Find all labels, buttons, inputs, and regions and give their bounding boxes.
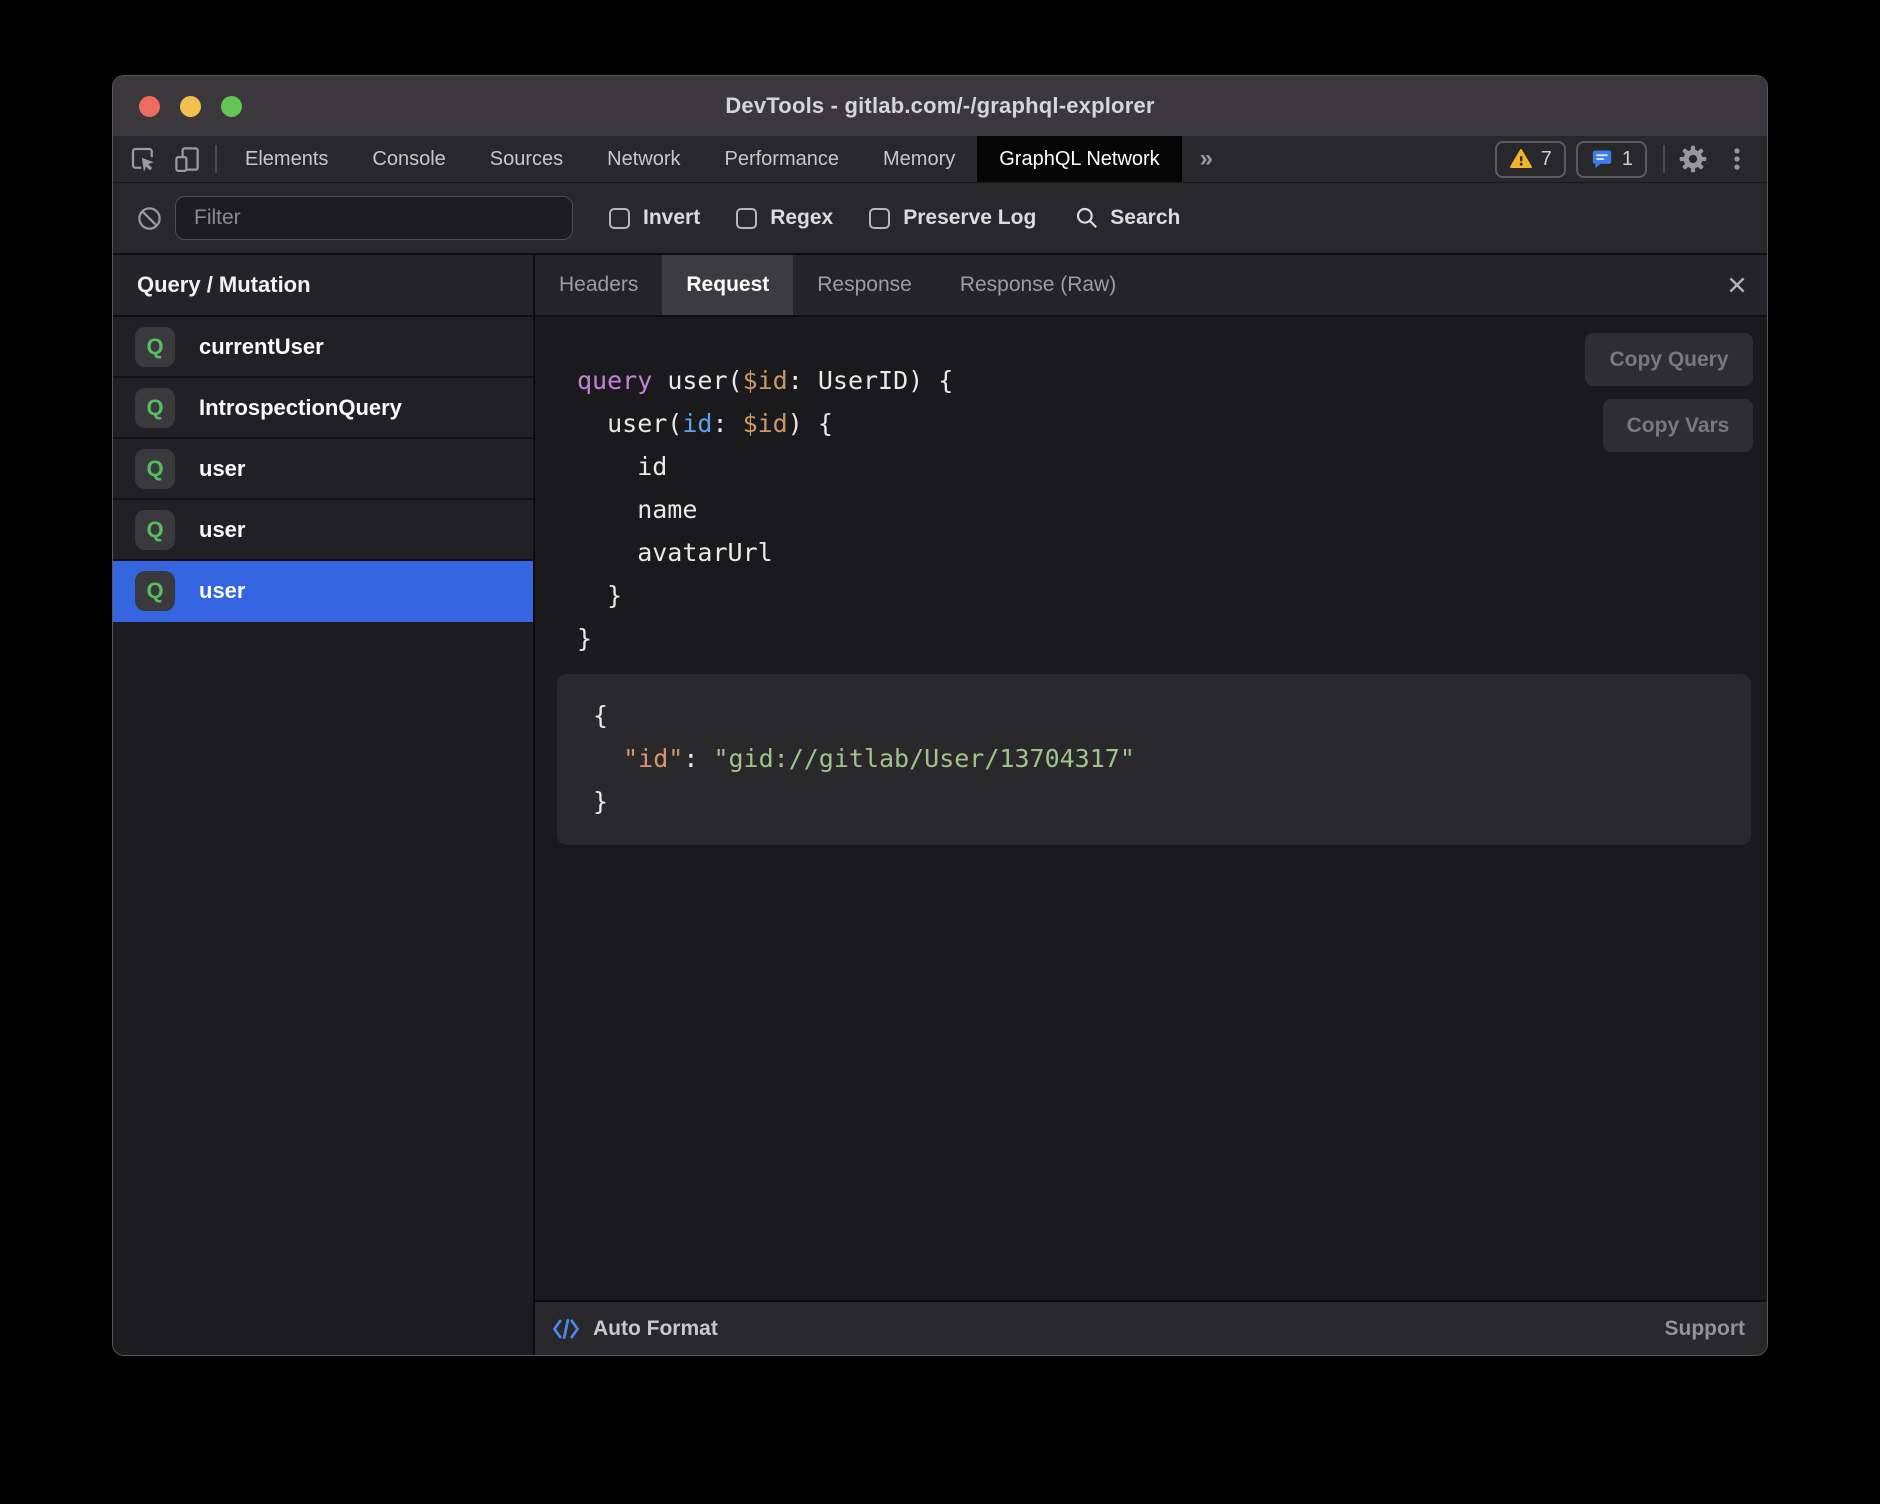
more-tabs-button[interactable]: » [1182, 136, 1231, 182]
inspect-element-button[interactable] [121, 136, 165, 182]
graphql-query-code: query user($id: UserID) { user(id: $id) … [535, 317, 1767, 660]
detail-panel: Headers Request Response Response (Raw) … [535, 255, 1767, 1355]
preserve-log-checkbox[interactable]: Preserve Log [869, 206, 1036, 230]
copy-query-button[interactable]: Copy Query [1585, 333, 1753, 386]
fullscreen-window-button[interactable] [221, 96, 242, 117]
query-name: IntrospectionQuery [199, 395, 402, 421]
search-label: Search [1110, 206, 1180, 230]
tabbar-spacer [1231, 136, 1495, 182]
query-type-badge: Q [135, 388, 175, 428]
devtools-tabbar: Elements Console Sources Network Perform… [113, 136, 1767, 183]
query-variables-code: { "id": "gid://gitlab/User/13704317"} [593, 694, 1731, 823]
tab-performance[interactable]: Performance [703, 136, 862, 182]
close-detail-button[interactable] [1707, 255, 1767, 315]
window-title: DevTools - gitlab.com/-/graphql-explorer [113, 93, 1767, 119]
issue-count: 1 [1622, 148, 1633, 171]
tab-network[interactable]: Network [585, 136, 702, 182]
sidebar-header: Query / Mutation [113, 255, 533, 317]
checkbox-box [869, 208, 890, 229]
tab-response[interactable]: Response [793, 255, 936, 315]
checkbox-label: Regex [770, 206, 833, 230]
toolbar-divider [215, 145, 217, 173]
warning-triangle-icon [1509, 147, 1533, 171]
more-options-button[interactable] [1715, 136, 1759, 182]
query-name: user [199, 517, 245, 543]
query-type-badge: Q [135, 327, 175, 367]
gear-icon [1677, 143, 1709, 175]
devtools-window: DevTools - gitlab.com/-/graphql-explorer… [112, 75, 1768, 1356]
query-list-item-user-1[interactable]: Q user [113, 439, 533, 500]
block-icon [136, 205, 163, 232]
tab-console[interactable]: Console [350, 136, 467, 182]
invert-checkbox[interactable]: Invert [609, 206, 700, 230]
checkbox-label: Preserve Log [903, 206, 1036, 230]
checkbox-box [736, 208, 757, 229]
query-list-item-user-2[interactable]: Q user [113, 500, 533, 561]
issues-badge[interactable]: 1 [1576, 141, 1647, 178]
traffic-lights [139, 76, 242, 136]
tab-elements[interactable]: Elements [223, 136, 350, 182]
query-list: Q currentUser Q IntrospectionQuery Q use… [113, 317, 533, 622]
support-link[interactable]: Support [1665, 1317, 1745, 1341]
tab-graphql-network[interactable]: GraphQL Network [977, 136, 1181, 182]
query-type-badge: Q [135, 571, 175, 611]
filter-input[interactable] [175, 196, 573, 240]
tab-request[interactable]: Request [662, 255, 793, 315]
checkbox-box [609, 208, 630, 229]
request-view: query user($id: UserID) { user(id: $id) … [535, 317, 1767, 1300]
tab-headers[interactable]: Headers [535, 255, 662, 315]
query-name: user [199, 456, 245, 482]
settings-button[interactable] [1671, 136, 1715, 182]
close-icon [1726, 274, 1748, 296]
titlebar: DevTools - gitlab.com/-/graphql-explorer [113, 76, 1767, 136]
device-toolbar-button[interactable] [165, 136, 209, 182]
warnings-badge[interactable]: 7 [1495, 141, 1566, 178]
query-list-item-introspectionquery[interactable]: Q IntrospectionQuery [113, 378, 533, 439]
query-list-item-user-3-selected[interactable]: Q user [113, 561, 533, 622]
inspect-cursor-icon [128, 144, 158, 174]
query-name: user [199, 578, 245, 604]
query-variables-box: { "id": "gid://gitlab/User/13704317"} [557, 674, 1751, 845]
regex-checkbox[interactable]: Regex [736, 206, 833, 230]
clear-requests-button[interactable] [129, 205, 169, 232]
filter-toolbar: Invert Regex Preserve Log Search [113, 183, 1767, 255]
device-toolbar-icon [172, 144, 202, 174]
minimize-window-button[interactable] [180, 96, 201, 117]
query-type-badge: Q [135, 510, 175, 550]
kebab-menu-icon [1724, 146, 1750, 172]
code-brackets-icon [551, 1316, 581, 1342]
query-list-item-currentuser[interactable]: Q currentUser [113, 317, 533, 378]
message-bubble-icon [1590, 147, 1614, 171]
tab-memory[interactable]: Memory [861, 136, 977, 182]
copy-vars-button[interactable]: Copy Vars [1603, 399, 1753, 452]
auto-format-label: Auto Format [593, 1317, 718, 1341]
search-button[interactable]: Search [1074, 205, 1180, 231]
query-name: currentUser [199, 334, 324, 360]
detail-footer: Auto Format Support [535, 1300, 1767, 1355]
close-window-button[interactable] [139, 96, 160, 117]
query-type-badge: Q [135, 449, 175, 489]
detail-tabbar: Headers Request Response Response (Raw) [535, 255, 1767, 317]
badge-divider [1663, 145, 1665, 173]
auto-format-button[interactable]: Auto Format [551, 1316, 718, 1342]
tab-response-raw[interactable]: Response (Raw) [936, 255, 1140, 315]
query-list-sidebar: Query / Mutation Q currentUser Q Introsp… [113, 255, 535, 1355]
tab-sources[interactable]: Sources [468, 136, 585, 182]
checkbox-label: Invert [643, 206, 700, 230]
warning-count: 7 [1541, 148, 1552, 171]
main-area: Query / Mutation Q currentUser Q Introsp… [113, 255, 1767, 1355]
search-icon [1074, 205, 1100, 231]
